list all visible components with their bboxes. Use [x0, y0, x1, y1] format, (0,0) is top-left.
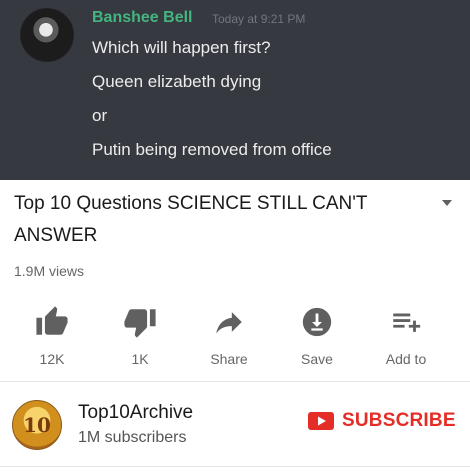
like-button[interactable]: 12K — [12, 305, 92, 367]
dislike-button[interactable]: 1K — [100, 305, 180, 367]
divider — [0, 381, 470, 382]
subscribe-button[interactable]: SUBSCRIBE — [308, 410, 456, 432]
channel-avatar-logo: 10 — [23, 413, 51, 437]
share-arrow-icon — [216, 312, 242, 334]
chevron-down-icon[interactable] — [440, 196, 454, 210]
chat-panel: Banshee Bell Today at 9:21 PM Which will… — [0, 0, 470, 180]
chat-message-line: or — [92, 106, 108, 125]
channel-avatar[interactable]: 10 — [12, 400, 62, 450]
username[interactable]: Banshee Bell — [92, 9, 192, 27]
dislike-count: 1K — [131, 351, 149, 367]
view-count: 1.9M views — [14, 263, 85, 279]
subscriber-count: 1M subscribers — [78, 429, 187, 446]
action-bar: 12K 1K Share Save Add to — [0, 305, 470, 375]
download-icon — [302, 307, 332, 337]
chat-message-line: Putin being removed from office — [92, 140, 332, 159]
youtube-play-icon — [308, 412, 334, 430]
channel-name[interactable]: Top10Archive — [78, 402, 193, 424]
save-label: Save — [301, 351, 333, 367]
chat-message-line: Queen elizabeth dying — [92, 72, 262, 91]
user-avatar[interactable] — [20, 8, 74, 62]
divider — [0, 466, 470, 467]
add-to-button[interactable]: Add to — [366, 305, 446, 367]
video-title: Top 10 Questions SCIENCE STILL CAN'T ANS… — [14, 193, 368, 246]
chat-message-line: Which will happen first? — [92, 38, 271, 57]
thumbs-down-icon — [124, 309, 156, 338]
playlist-add-icon — [393, 313, 421, 332]
like-count: 12K — [39, 351, 65, 367]
share-button[interactable]: Share — [189, 305, 269, 367]
thumbs-up-icon — [36, 306, 68, 335]
subscribe-label: SUBSCRIBE — [342, 410, 456, 431]
message-timestamp: Today at 9:21 PM — [212, 12, 306, 26]
save-button[interactable]: Save — [277, 305, 357, 367]
share-label: Share — [210, 351, 248, 367]
add-to-label: Add to — [385, 351, 427, 367]
